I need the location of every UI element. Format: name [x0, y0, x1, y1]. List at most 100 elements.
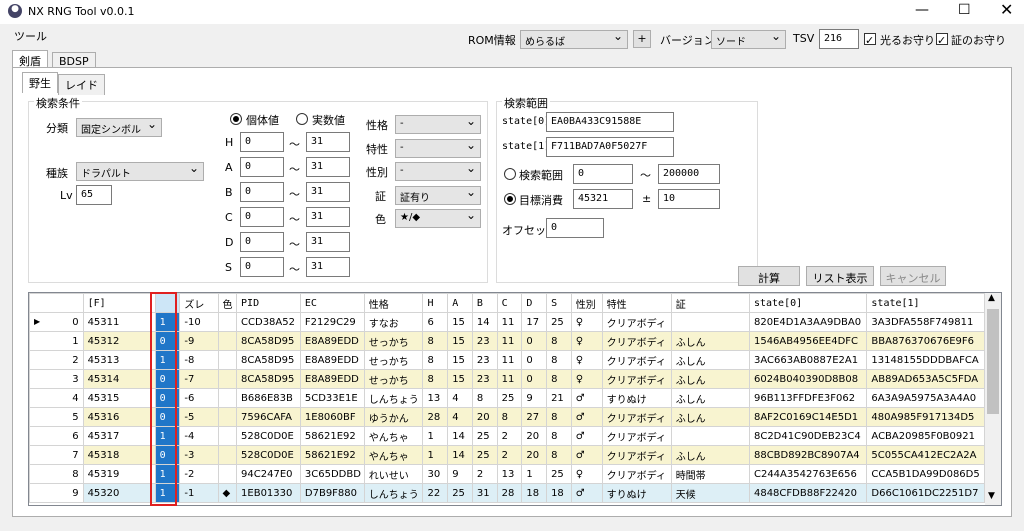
grid-cell: 1	[29, 331, 84, 351]
stat-max-input[interactable]: 31	[306, 132, 350, 152]
grid-cell: やんちゃ	[363, 426, 424, 446]
rom-add-button[interactable]: +	[633, 30, 651, 48]
calculate-button[interactable]: 計算	[738, 266, 800, 286]
state1-input[interactable]: F711BAD7A0F5027F	[546, 137, 674, 157]
actual-radio[interactable]	[296, 113, 308, 125]
grid-header-cell[interactable]: [F]	[82, 293, 156, 313]
grid-cell: 21	[546, 388, 572, 408]
iv-radio[interactable]	[230, 113, 242, 125]
grid-cell: D7B9F880	[299, 483, 365, 503]
rom-select[interactable]: めらるば	[520, 30, 628, 49]
app-icon: ●	[8, 4, 22, 18]
grid-header-cell[interactable]: state[1]	[866, 293, 985, 313]
scroll-up-icon[interactable]: ▲	[988, 293, 995, 303]
grid-cell: ♀	[570, 331, 603, 351]
grid-cell: 23	[471, 350, 498, 370]
grid-cell: -3	[179, 445, 219, 465]
grid-cell: 25	[496, 388, 523, 408]
grid-cell: 58621E92	[299, 426, 365, 446]
grid-header-cell[interactable]: B	[471, 293, 498, 313]
window-title: NX RNG Tool v0.0.1	[28, 5, 135, 18]
stat-max-input[interactable]: 31	[306, 232, 350, 252]
stat-min-input[interactable]: 0	[240, 257, 284, 277]
version-select[interactable]: ソード	[711, 30, 786, 49]
grid-header-cell[interactable]: EC	[299, 293, 365, 313]
grid-cell: 25	[546, 312, 572, 332]
shiny-charm-checkbox[interactable]: ✓	[864, 33, 876, 47]
grid-header-cell[interactable]: D	[521, 293, 548, 313]
stat-min-input[interactable]: 0	[240, 132, 284, 152]
grid-cell: ♀	[570, 369, 603, 389]
grid-header-cell[interactable]	[29, 293, 84, 313]
grid-header-cell[interactable]: C	[496, 293, 523, 313]
grid-cell: すなお	[363, 312, 424, 332]
stat-min-input[interactable]: 0	[240, 207, 284, 227]
species-label: 種族	[46, 167, 68, 180]
scroll-down-icon[interactable]: ▼	[988, 491, 995, 501]
mark-charm-label: 証のお守り	[951, 34, 1006, 47]
grid-header-cell[interactable]: 性別	[570, 293, 603, 313]
close-icon[interactable]: ✕	[1000, 0, 1013, 19]
mark-charm-checkbox[interactable]: ✓	[936, 33, 948, 47]
version-label: バージョン	[660, 34, 715, 47]
grid-cell	[217, 388, 238, 408]
grid-cell: -7	[179, 369, 219, 389]
grid-cell: 3AC663AB0887E2A1	[748, 350, 868, 370]
stat-label: C	[225, 211, 233, 224]
grid-cell: 時間帯	[670, 464, 750, 484]
tsv-input[interactable]: 216	[819, 29, 859, 49]
minimize-icon[interactable]: —	[915, 2, 929, 18]
grid-header-cell[interactable]: PID	[236, 293, 301, 313]
grid-cell: 1EB01330	[236, 483, 301, 503]
class-select[interactable]: 固定シンボル	[76, 118, 162, 137]
stat-max-input[interactable]: 31	[306, 182, 350, 202]
scroll-thumb[interactable]	[987, 309, 999, 414]
grid-header-cell[interactable]: ズレ	[179, 293, 219, 313]
grid-cell: 45313	[82, 350, 156, 370]
species-select[interactable]: ドラパルト	[76, 162, 204, 181]
grid-cell: 5	[29, 407, 84, 427]
filter-select[interactable]: -	[395, 162, 481, 181]
target-pm-input[interactable]: 10	[658, 189, 720, 209]
grid-header-cell[interactable]: H	[422, 293, 449, 313]
target-radio[interactable]	[504, 193, 516, 205]
actual-radio-label: 実数値	[312, 114, 345, 127]
tab-wild[interactable]: 野生	[22, 72, 58, 93]
grid-cell: 25	[546, 464, 572, 484]
cancel-button[interactable]: キャンセル	[880, 266, 946, 286]
maximize-icon[interactable]: ☐	[958, 2, 971, 18]
grid-cell: 3C65DDBD	[299, 464, 365, 484]
grid-cell: ♂	[570, 388, 603, 408]
range-max-input[interactable]: 200000	[658, 164, 720, 184]
grid-header-cell[interactable]: 証	[670, 293, 750, 313]
grid-cell: 8C2D41C90DEB23C4	[748, 426, 868, 446]
filter-select[interactable]: -	[395, 115, 481, 134]
grid-header-cell[interactable]: 性格	[363, 293, 424, 313]
state0-input[interactable]: EA0BA433C91588E	[546, 112, 674, 132]
list-button[interactable]: リスト表示	[806, 266, 874, 286]
stat-min-input[interactable]: 0	[240, 232, 284, 252]
range-radio[interactable]	[504, 168, 516, 180]
grid-header-cell[interactable]: 特性	[601, 293, 672, 313]
stat-max-input[interactable]: 31	[306, 157, 350, 177]
grid-header-cell[interactable]: 色	[217, 293, 238, 313]
stat-max-input[interactable]: 31	[306, 257, 350, 277]
stat-max-input[interactable]: 31	[306, 207, 350, 227]
grid-cell: 22	[422, 483, 449, 503]
filter-select[interactable]: -	[395, 138, 481, 158]
range-min-input[interactable]: 0	[573, 164, 633, 184]
grid-cell: 8	[496, 407, 523, 427]
grid-header-cell[interactable]: A	[447, 293, 473, 313]
grid-header-cell[interactable]: S	[546, 293, 572, 313]
stat-min-input[interactable]: 0	[240, 182, 284, 202]
menu-tools[interactable]: ツール	[14, 28, 47, 44]
offset-input[interactable]: 0	[546, 218, 604, 238]
vertical-scrollbar[interactable]: ▲ ▼	[985, 293, 1001, 505]
stat-min-input[interactable]: 0	[240, 157, 284, 177]
filter-select[interactable]: ★/◆	[395, 209, 481, 228]
tab-raid[interactable]: レイド	[58, 74, 105, 95]
filter-select[interactable]: 証有り	[395, 185, 481, 205]
target-input[interactable]: 45321	[573, 189, 633, 209]
grid-header-cell[interactable]: state[0]	[748, 293, 868, 313]
lv-input[interactable]: 65	[76, 185, 112, 205]
